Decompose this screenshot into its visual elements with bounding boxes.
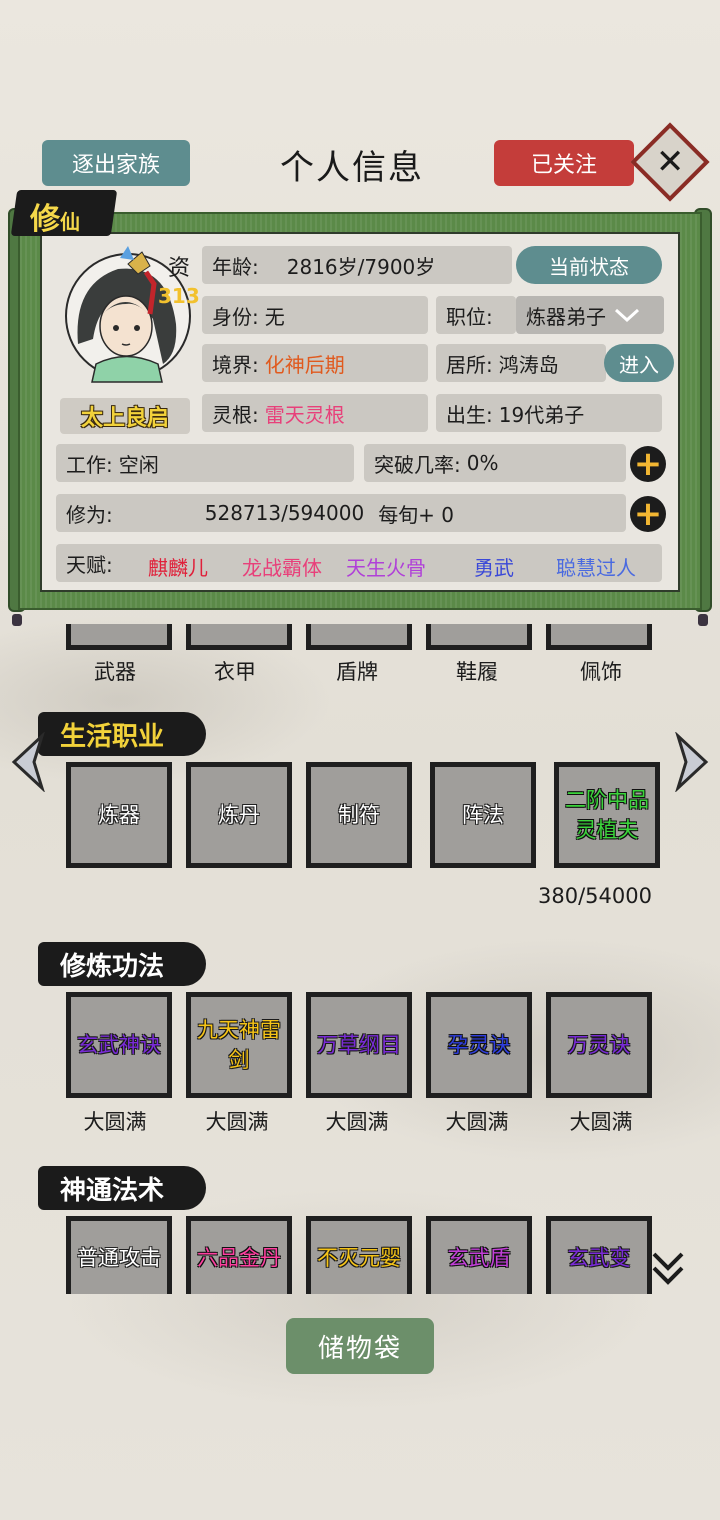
realm-label: 境界: [212,352,259,377]
work-field: 工作: 空闲 [56,444,354,482]
identity-field: 身份: 无 [202,296,428,334]
position-value: 炼器弟子 [526,304,606,329]
birth-label: 出生: [446,402,493,427]
talent-item[interactable]: 麒麟儿 [148,552,208,581]
position-field: 职位: [436,296,516,334]
life-job-slot[interactable]: 制符 [306,762,412,868]
talent-item[interactable]: 天生火骨 [346,552,426,581]
life-job-slot[interactable]: 炼器 [66,762,172,868]
spirit-root-field: 灵根: 雷天灵根 [202,394,428,432]
cultivation-value: 528713/594000 [204,501,365,525]
residence-field: 居所: 鸿涛岛 [436,344,606,382]
position-select[interactable]: 炼器弟子 [516,296,664,334]
aptitude-value: 313 [158,284,200,308]
cultivation-rate: 每旬+ 0 [378,502,455,527]
talent-item[interactable]: 龙战霸体 [242,552,322,581]
skill-slot[interactable]: 不灭元婴 [306,1216,412,1294]
equipment-slot[interactable] [546,624,652,650]
cultivation-field: 修为: 528713/594000 每旬+ 0 [56,494,626,532]
technique-level: 大圆满 [205,1110,269,1134]
cultivation-label: 修为: [66,502,113,527]
age-label: 年龄: [212,254,259,279]
technique-slot[interactable]: 九天神雷剑 [186,992,292,1098]
work-label: 工作: [66,452,113,477]
cultivation-plus-button[interactable]: + [630,496,666,532]
life-job-slot[interactable]: 阵法 [430,762,536,868]
life-job-slot[interactable]: 二阶中品灵植夫 [554,762,660,868]
realm-value: 化神后期 [264,352,345,377]
birth-field: 出生: 19代弟子 [436,394,662,432]
breakthrough-value: 0% [466,451,499,475]
age-field: 年龄: 2816岁/7900岁 [202,246,512,284]
spirit-root-label: 灵根: [212,402,259,427]
residence-value: 鸿涛岛 [498,352,559,377]
skill-slot[interactable]: 玄武盾 [426,1216,532,1294]
residence-label: 居所: [446,352,493,377]
age-value: 2816岁/7900岁 [286,254,436,279]
equipment-label: 武器 [94,660,136,684]
character-name: 太上良启 [60,398,190,434]
equipment-label: 衣甲 [214,660,256,684]
equipment-label: 佩饰 [580,660,622,684]
breakthrough-field: 突破几率: 0% [364,444,626,482]
life-job-progress: 380/54000 [538,884,652,908]
technique-level: 大圆满 [445,1110,509,1134]
technique-slot[interactable]: 孕灵诀 [426,992,532,1098]
equipment-label: 盾牌 [336,660,378,684]
technique-slot[interactable]: 玄武神诀 [66,992,172,1098]
equipment-slot[interactable] [306,624,412,650]
close-icon: ✕ [655,142,685,182]
equipment-slot[interactable] [186,624,292,650]
skills-title: 神通法术 [38,1166,206,1210]
work-value: 空闲 [118,452,159,477]
followed-button[interactable]: 已关注 [494,140,634,186]
technique-level: 大圆满 [569,1110,633,1134]
life-job-slot[interactable]: 炼丹 [186,762,292,868]
technique-slot[interactable]: 万灵诀 [546,992,652,1098]
arrow-right-icon[interactable] [672,732,712,792]
techniques-title: 修炼功法 [38,942,206,986]
aptitude-label: 资 [168,256,191,281]
arrow-left-icon[interactable] [8,732,48,792]
skill-slot[interactable]: 玄武变 [546,1216,652,1294]
equipment-slot[interactable] [66,624,172,650]
current-status-button[interactable]: 当前状态 [516,246,662,284]
plus-icon: + [633,444,663,484]
realm-field: 境界: 化神后期 [202,344,428,382]
cultivation-badge-text: 修仙 [30,202,80,237]
position-label: 职位: [446,304,493,329]
identity-value: 无 [264,304,285,329]
chevron-down-icon [614,308,640,323]
storage-bag-button[interactable]: 储物袋 [286,1318,434,1374]
skill-slot[interactable]: 普通攻击 [66,1216,172,1294]
equipment-slot[interactable] [426,624,532,650]
page-title: 个人信息 [280,148,424,188]
technique-level: 大圆满 [83,1110,147,1134]
equipment-label: 鞋履 [456,660,498,684]
talent-item[interactable]: 勇武 [474,552,514,581]
breakthrough-label: 突破几率: [374,452,461,477]
life-jobs-title: 生活职业 [38,712,206,756]
talent-item[interactable]: 聪慧过人 [556,552,636,581]
talent-label: 天赋: [66,552,113,577]
plus-icon: + [633,494,663,534]
enter-residence-button[interactable]: 进入 [604,344,674,382]
leave-clan-button[interactable]: 逐出家族 [42,140,190,186]
birth-value: 19代弟子 [498,402,585,427]
spirit-root-value: 雷天灵根 [264,402,345,427]
double-chevron-down-icon[interactable] [650,1248,686,1292]
technique-level: 大圆满 [325,1110,389,1134]
technique-slot[interactable]: 万草纲目 [306,992,412,1098]
identity-label: 身份: [212,304,259,329]
skill-slot[interactable]: 六品金丹 [186,1216,292,1294]
breakthrough-plus-button[interactable]: + [630,446,666,482]
